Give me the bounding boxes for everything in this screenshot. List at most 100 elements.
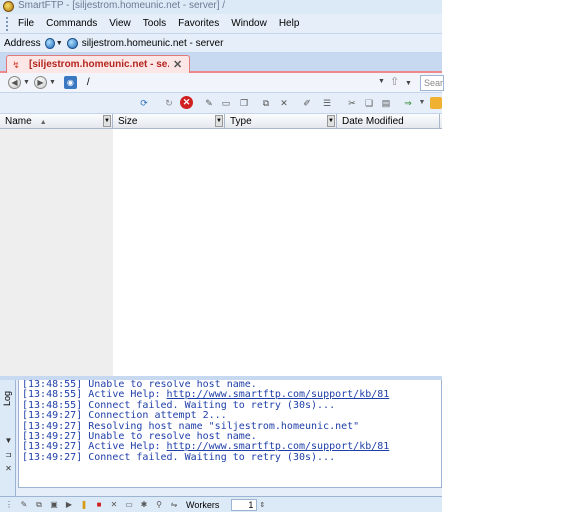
log-timestamp: [13:49:27] xyxy=(22,451,83,463)
edit-icon[interactable]: ✎ xyxy=(203,97,215,109)
queue-load-icon[interactable]: ⧉ xyxy=(34,500,44,510)
pin-icon[interactable]: ⊐ xyxy=(4,450,13,459)
help-link[interactable]: http://www.smartftp.com/support/kb/81 xyxy=(167,389,390,400)
log-message: Connect failed. Waiting to retry (30s)..… xyxy=(88,399,336,411)
queue-icon[interactable] xyxy=(430,97,442,109)
server-globe-icon xyxy=(66,37,78,49)
paste-icon[interactable]: ▤ xyxy=(380,97,392,109)
log-message: Connect failed. Waiting to retry (30s)..… xyxy=(88,451,336,463)
path-field[interactable]: / xyxy=(87,77,90,88)
connection-tab-strip: ↯ [siljestrom.homeunic.net - se... ✕ xyxy=(0,53,442,73)
start-icon[interactable]: ▶ xyxy=(64,500,74,510)
log-message: Connection attempt 2... xyxy=(88,410,227,422)
close-panel-icon[interactable]: ✕ xyxy=(4,464,13,473)
forward-dropdown-icon[interactable]: ▼ xyxy=(49,79,56,86)
remove-icon[interactable]: ✕ xyxy=(109,500,119,510)
path-toolbar: ◀ ▼ ▶ ▼ ◉ / ▼ ⇧ ▼ Sear xyxy=(0,73,444,93)
log-timestamp: [13:49:27] xyxy=(22,441,83,453)
column-name-label: Name xyxy=(5,116,32,127)
back-icon[interactable]: ◀ xyxy=(8,76,21,89)
parent-dropdown-icon[interactable]: ▼ xyxy=(405,80,412,87)
cut-icon[interactable]: ✂ xyxy=(346,97,358,109)
path-dropdown-icon[interactable]: ▼ xyxy=(378,78,385,85)
workers-input[interactable]: 1 xyxy=(231,498,258,511)
refresh-icon[interactable]: ⟳ xyxy=(138,97,150,109)
help-link[interactable]: http://www.smartftp.com/support/kb/81 xyxy=(167,441,390,452)
address-label: Address xyxy=(4,37,41,49)
toolbar-grip[interactable] xyxy=(6,16,9,31)
copy-view-icon[interactable]: ❐ xyxy=(238,97,250,109)
smartftp-logo-icon xyxy=(3,1,14,12)
new-file-icon[interactable]: ✐ xyxy=(301,97,313,109)
auto-transfer-icon[interactable]: ⇒ xyxy=(402,97,414,109)
file-list-header: Name ▲ ▼ Size ▼ Type ▼ Date Modified xyxy=(0,114,442,129)
smartftp-window: SmartFTP - [siljestrom.homeunic.net - se… xyxy=(0,0,444,512)
remote-browser-toolbar: ⟳ ↻ ✕ ✎ ▭ ❐ ⧉ ✕ ✐ ☰ ✂ ❏ ▤ ⇒ ▼ xyxy=(0,93,442,114)
sort-ascending-icon: ▲ xyxy=(39,119,47,126)
log-timestamp: [13:48:55] xyxy=(22,399,83,411)
column-type[interactable]: Type ▼ xyxy=(225,114,337,129)
log-timestamp: [13:48:55] xyxy=(22,389,83,401)
auto-dropdown-icon[interactable]: ▼ xyxy=(416,97,428,109)
menu-file[interactable]: File xyxy=(12,18,40,29)
transfer-icon[interactable]: ⧉ xyxy=(260,97,272,109)
menu-view[interactable]: View xyxy=(103,18,137,29)
pause-icon[interactable]: ❚ xyxy=(79,500,89,510)
file-list[interactable] xyxy=(0,129,442,376)
delete-icon[interactable]: ✕ xyxy=(278,97,290,109)
globe-icon xyxy=(44,37,55,49)
log-message: Unable to resolve host name. xyxy=(88,431,257,443)
parent-folder-icon[interactable]: ⇧ xyxy=(390,76,402,89)
transfer-settings-icon[interactable]: ⇋ xyxy=(169,500,179,510)
back-dropdown-icon[interactable]: ▼ xyxy=(23,79,30,86)
address-protocol-dropdown[interactable]: ▼ xyxy=(44,36,63,50)
column-type-label: Type xyxy=(230,116,252,127)
log-panel: Log ▼ ⊐ ✕ [13:48:55] Unable to resolve h… xyxy=(0,380,442,496)
scheduler-icon[interactable]: ✱ xyxy=(139,500,149,510)
close-icon[interactable]: ✕ xyxy=(173,58,182,71)
queue-edit-icon[interactable]: ✎ xyxy=(19,500,29,510)
folder-icon[interactable]: ▭ xyxy=(124,500,134,510)
column-name-dropdown-icon[interactable]: ▼ xyxy=(103,115,111,127)
menu-tools[interactable]: Tools xyxy=(137,18,172,29)
chevron-down-icon: ▼ xyxy=(55,39,63,47)
stop-queue-icon[interactable]: ■ xyxy=(94,500,104,510)
column-date-label: Date Modified xyxy=(342,116,404,127)
log-message: Active Help: xyxy=(88,441,167,453)
menu-window[interactable]: Window xyxy=(225,18,273,29)
address-value: siljestrom.homeunic.net - server xyxy=(81,37,224,49)
column-size-dropdown-icon[interactable]: ▼ xyxy=(215,115,223,127)
window-title: SmartFTP - [siljestrom.homeunic.net - se… xyxy=(18,0,226,11)
stop-icon[interactable]: ✕ xyxy=(180,96,193,109)
menu-favorites[interactable]: Favorites xyxy=(172,18,225,29)
log-timestamp: [13:49:27] xyxy=(22,410,83,422)
search-input[interactable]: Sear xyxy=(420,75,444,91)
column-size[interactable]: Size ▼ xyxy=(113,114,225,129)
tab-label: [siljestrom.homeunic.net - se... xyxy=(29,59,169,70)
log-message: Active Help: xyxy=(88,389,167,401)
column-size-label: Size xyxy=(118,116,138,127)
save-icon[interactable]: ▣ xyxy=(49,500,59,510)
address-bar: Address ▼ siljestrom.homeunic.net - serv… xyxy=(0,34,442,53)
column-date-modified[interactable]: Date Modified xyxy=(337,114,440,129)
properties-icon[interactable]: ☰ xyxy=(321,97,333,109)
copy-icon[interactable]: ❏ xyxy=(363,97,375,109)
address-field[interactable]: siljestrom.homeunic.net - server xyxy=(66,37,224,49)
log-tab-label[interactable]: Log xyxy=(2,386,14,410)
log-timestamp: [13:49:27] xyxy=(22,420,83,432)
tab-connection[interactable]: ↯ [siljestrom.homeunic.net - se... ✕ xyxy=(6,55,190,73)
remote-folder-icon[interactable]: ◉ xyxy=(63,76,77,89)
log-side-bar: Log ▼ ⊐ ✕ xyxy=(0,380,16,496)
toolbar-grip-icon[interactable]: ⋮ xyxy=(4,500,14,510)
reload-icon[interactable]: ↻ xyxy=(163,97,175,109)
log-output[interactable]: [13:48:55] Unable to resolve host name. [… xyxy=(18,380,442,488)
menu-commands[interactable]: Commands xyxy=(40,18,103,29)
workers-spinner-icon[interactable]: ⇕ xyxy=(259,501,265,509)
column-type-dropdown-icon[interactable]: ▼ xyxy=(327,115,335,127)
view-icon[interactable]: ▭ xyxy=(220,97,232,109)
column-name[interactable]: Name ▲ ▼ xyxy=(0,114,113,129)
search-queue-icon[interactable]: ⚲ xyxy=(154,500,164,510)
forward-icon[interactable]: ▶ xyxy=(33,76,47,89)
panel-menu-icon[interactable]: ▼ xyxy=(4,436,13,445)
menu-help[interactable]: Help xyxy=(273,18,306,29)
